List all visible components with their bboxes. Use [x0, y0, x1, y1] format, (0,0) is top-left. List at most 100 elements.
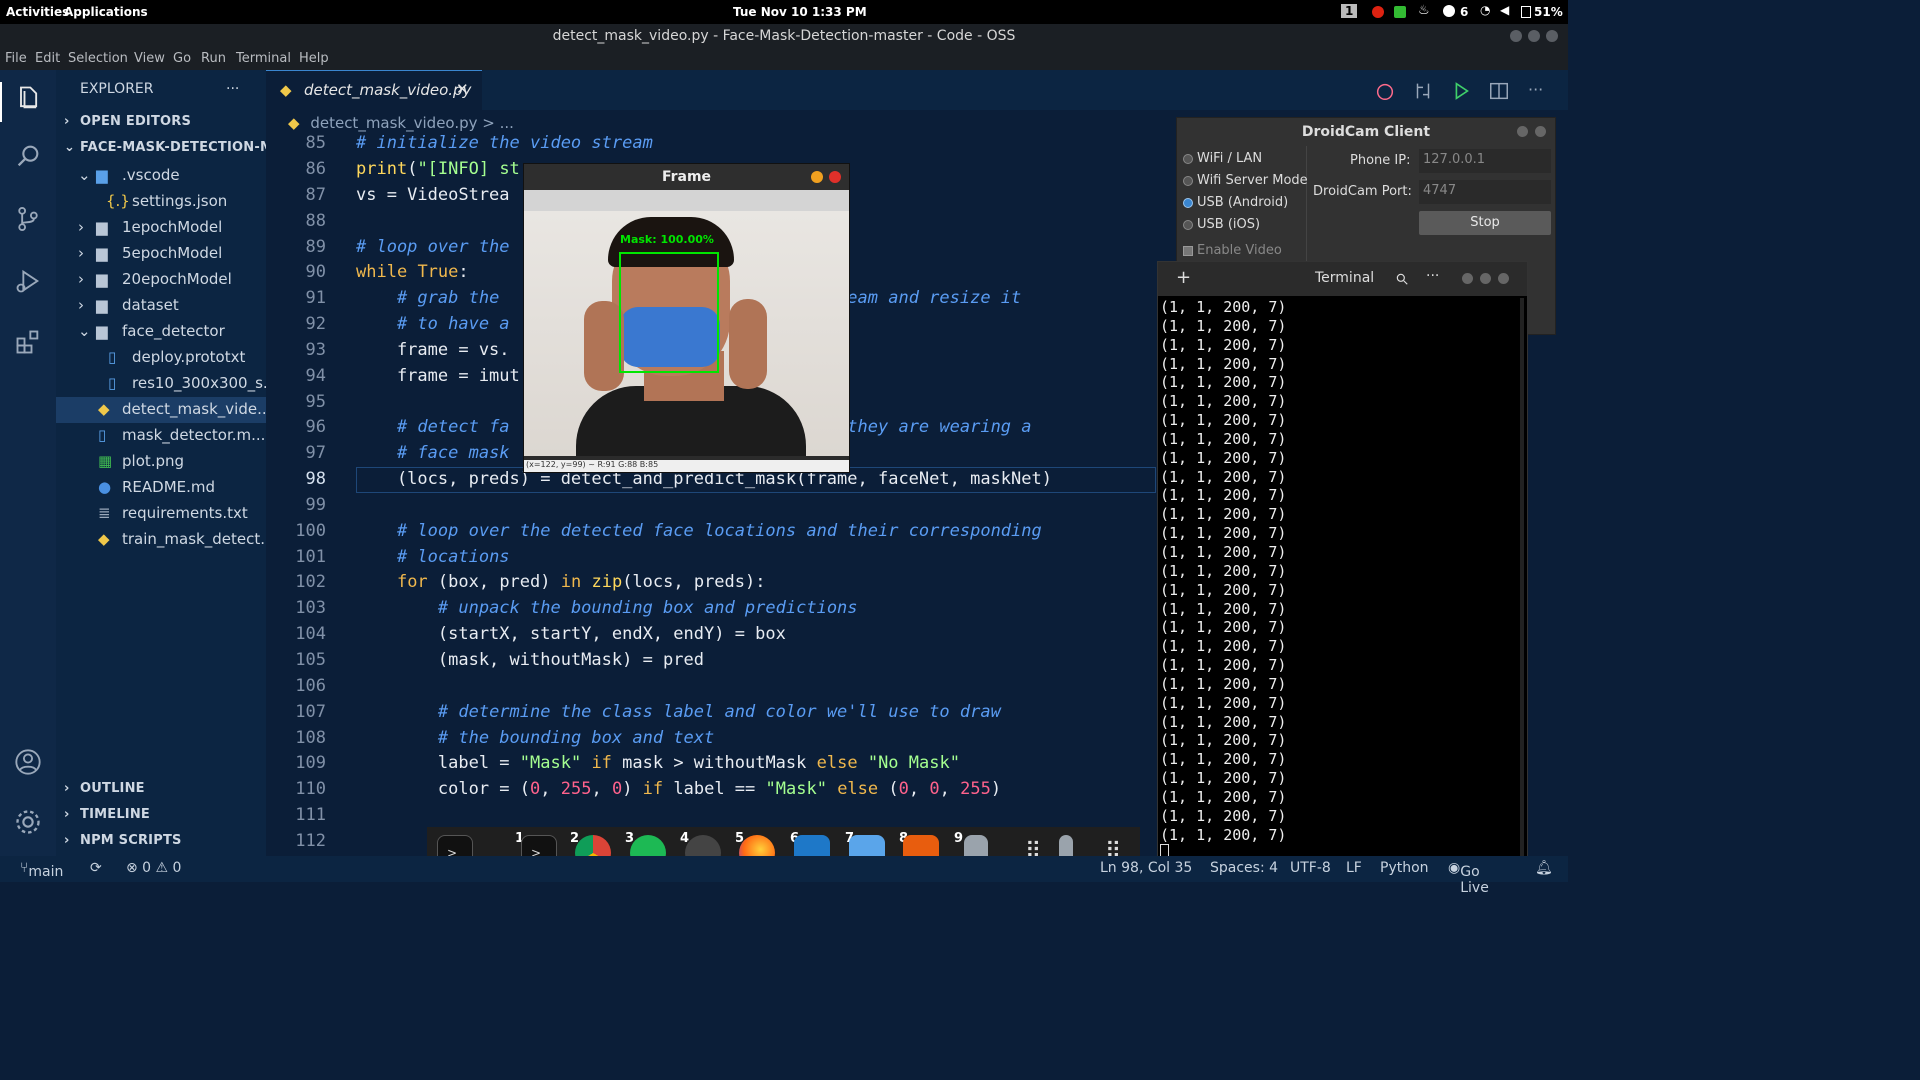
code-line-108: # the bounding box and text — [437, 728, 715, 748]
timeline-section[interactable]: › TIMELINE — [56, 804, 266, 830]
tree-item-plot-png[interactable]: ▦ plot.png — [56, 449, 266, 475]
run-debug-icon[interactable] — [14, 267, 42, 295]
minimize-button[interactable] — [1510, 30, 1522, 42]
radio-wifi-server[interactable] — [1183, 176, 1193, 186]
radio-wifi-lan[interactable] — [1183, 154, 1193, 164]
notifications-bell-icon[interactable]: 🔔︎ — [1535, 860, 1553, 876]
activities-button[interactable]: Activities — [6, 5, 69, 19]
tree-item-requirements[interactable]: ≣ requirements.txt — [56, 501, 266, 527]
branch-indicator[interactable]: ⑂ main — [20, 860, 63, 880]
tree-item-face-detector[interactable]: ⌄ ▆ face_detector — [56, 319, 266, 345]
search-icon[interactable] — [1395, 272, 1409, 286]
cursor-position[interactable]: Ln 98, Col 35 — [1100, 860, 1192, 876]
radio-usb-android[interactable] — [1183, 198, 1193, 208]
close-button[interactable] — [1535, 126, 1546, 137]
new-tab-button[interactable]: + — [1176, 267, 1191, 288]
clock[interactable]: Tue Nov 10 1:33 PM — [733, 5, 867, 19]
menu-go[interactable]: Go — [173, 51, 191, 66]
tree-item-1epochmodel[interactable]: › ▆ 1epochModel — [56, 215, 266, 241]
tree-item-settings-json[interactable]: {.} settings.json — [56, 189, 266, 215]
info-icon[interactable] — [1443, 5, 1455, 17]
right-hand-shape — [729, 299, 767, 389]
copilot-icon[interactable] — [1374, 80, 1396, 102]
applications-menu[interactable]: Applications — [64, 5, 148, 19]
close-button[interactable] — [829, 171, 841, 183]
stop-button[interactable]: Stop — [1419, 211, 1551, 235]
terminal-menu-button[interactable]: ··· — [1426, 268, 1439, 284]
search-icon[interactable] — [14, 142, 42, 170]
maximize-button[interactable] — [1528, 30, 1540, 42]
radio-wifi-lan-label: WiFi / LAN — [1197, 151, 1263, 166]
battery-icon[interactable] — [1521, 6, 1531, 18]
tree-item-mask-detector-model[interactable]: ▯ mask_detector.m... — [56, 423, 266, 449]
steam-icon[interactable]: ♨ — [1418, 3, 1430, 18]
tree-item-res10[interactable]: ▯ res10_300x300_s... — [56, 371, 266, 397]
maximize-button[interactable] — [1480, 273, 1491, 284]
menu-terminal[interactable]: Terminal — [236, 51, 291, 66]
line-number: 87 — [305, 185, 326, 205]
tree-item-readme[interactable]: ● README.md — [56, 475, 266, 501]
volume-icon[interactable]: ◀ — [1500, 3, 1509, 17]
tree-item-label: train_mask_detect... — [122, 530, 266, 548]
enable-video-checkbox[interactable] — [1183, 246, 1193, 256]
menu-edit[interactable]: Edit — [35, 51, 60, 66]
terminal-window[interactable]: + Terminal ··· (1, 1, 200, 7) (1, 1, 200… — [1157, 261, 1528, 860]
terminal-output[interactable]: (1, 1, 200, 7) (1, 1, 200, 7) (1, 1, 200… — [1160, 298, 1286, 844]
minimize-button[interactable] — [1462, 273, 1473, 284]
go-live-button[interactable]: ◉ Go Live — [1448, 860, 1489, 896]
record-icon[interactable] — [1372, 6, 1384, 18]
line-number: 86 — [305, 159, 326, 179]
source-control-icon[interactable] — [14, 205, 42, 233]
explorer-more-button[interactable]: ··· — [226, 81, 239, 97]
app-indicator-icon[interactable] — [1394, 6, 1406, 18]
tree-item-vscode[interactable]: ⌄ ▆ .vscode — [56, 163, 266, 189]
sync-icon[interactable]: ⟳ — [90, 860, 102, 876]
close-tab-icon[interactable]: ✕ — [456, 80, 469, 98]
menu-file[interactable]: File — [5, 51, 27, 66]
problems-indicator[interactable]: ⊗ 0 ⚠ 0 — [126, 860, 181, 876]
code-line-100: # loop over the detected face locations … — [396, 521, 1042, 541]
indentation[interactable]: Spaces: 4 — [1210, 860, 1278, 876]
frame-window[interactable]: Frame Mask: 100.00% (x=122, y=99) ~ R:91… — [523, 163, 850, 473]
tree-item-label: plot.png — [122, 452, 185, 470]
menu-run[interactable]: Run — [201, 51, 226, 66]
project-folder-section[interactable]: ⌄ FACE-MASK-DETECTION-MA... — [56, 137, 266, 163]
port-input[interactable]: 4747 — [1419, 180, 1551, 204]
tree-item-20epochmodel[interactable]: › ▆ 20epochModel — [56, 267, 266, 293]
minimize-button[interactable] — [1517, 126, 1528, 137]
run-icon[interactable] — [1450, 80, 1472, 102]
explorer-icon[interactable] — [14, 84, 42, 112]
language-mode[interactable]: Python — [1380, 860, 1429, 876]
terminal-scrollbar[interactable] — [1520, 298, 1524, 858]
minimize-button[interactable] — [811, 171, 823, 183]
menu-help[interactable]: Help — [299, 51, 329, 66]
more-actions-icon[interactable]: ··· — [1528, 80, 1543, 99]
menu-view[interactable]: View — [134, 51, 165, 66]
tree-item-detect-mask-video[interactable]: ◆ detect_mask_vide... — [56, 397, 266, 423]
extensions-icon[interactable] — [14, 328, 42, 356]
tree-item-dataset[interactable]: › ▆ dataset — [56, 293, 266, 319]
outline-section[interactable]: › OUTLINE — [56, 778, 266, 804]
frame-titlebar[interactable]: Frame — [524, 164, 849, 190]
wifi-icon[interactable]: ◔ — [1480, 3, 1490, 17]
close-button[interactable] — [1498, 273, 1509, 284]
radio-usb-ios[interactable] — [1183, 220, 1193, 230]
tree-item-deploy-prototxt[interactable]: ▯ deploy.prototxt — [56, 345, 266, 371]
open-editors-section[interactable]: › OPEN EDITORS — [56, 111, 266, 137]
tree-item-train-mask-detector[interactable]: ◆ train_mask_detect... — [56, 527, 266, 553]
encoding[interactable]: UTF-8 — [1290, 860, 1331, 876]
breadcrumb[interactable]: ◆ detect_mask_video.py > ... — [288, 114, 514, 132]
phone-ip-input[interactable]: 127.0.0.1 — [1419, 149, 1551, 173]
close-window-button[interactable] — [1546, 30, 1558, 42]
npm-scripts-section[interactable]: › NPM SCRIPTS — [56, 830, 266, 856]
account-icon[interactable] — [14, 748, 42, 776]
workspace-indicator[interactable]: 1 — [1341, 4, 1358, 18]
settings-gear-icon[interactable] — [14, 808, 42, 836]
compare-changes-icon[interactable] — [1412, 80, 1434, 102]
menu-selection[interactable]: Selection — [68, 51, 128, 66]
end-of-line[interactable]: LF — [1346, 860, 1362, 876]
split-editor-icon[interactable] — [1488, 80, 1510, 102]
tab-detect-mask-video[interactable]: ◆ detect_mask_video.py ✕ — [266, 70, 482, 110]
file-icon: ▯ — [108, 374, 117, 392]
tree-item-5epochmodel[interactable]: › ▆ 5epochModel — [56, 241, 266, 267]
